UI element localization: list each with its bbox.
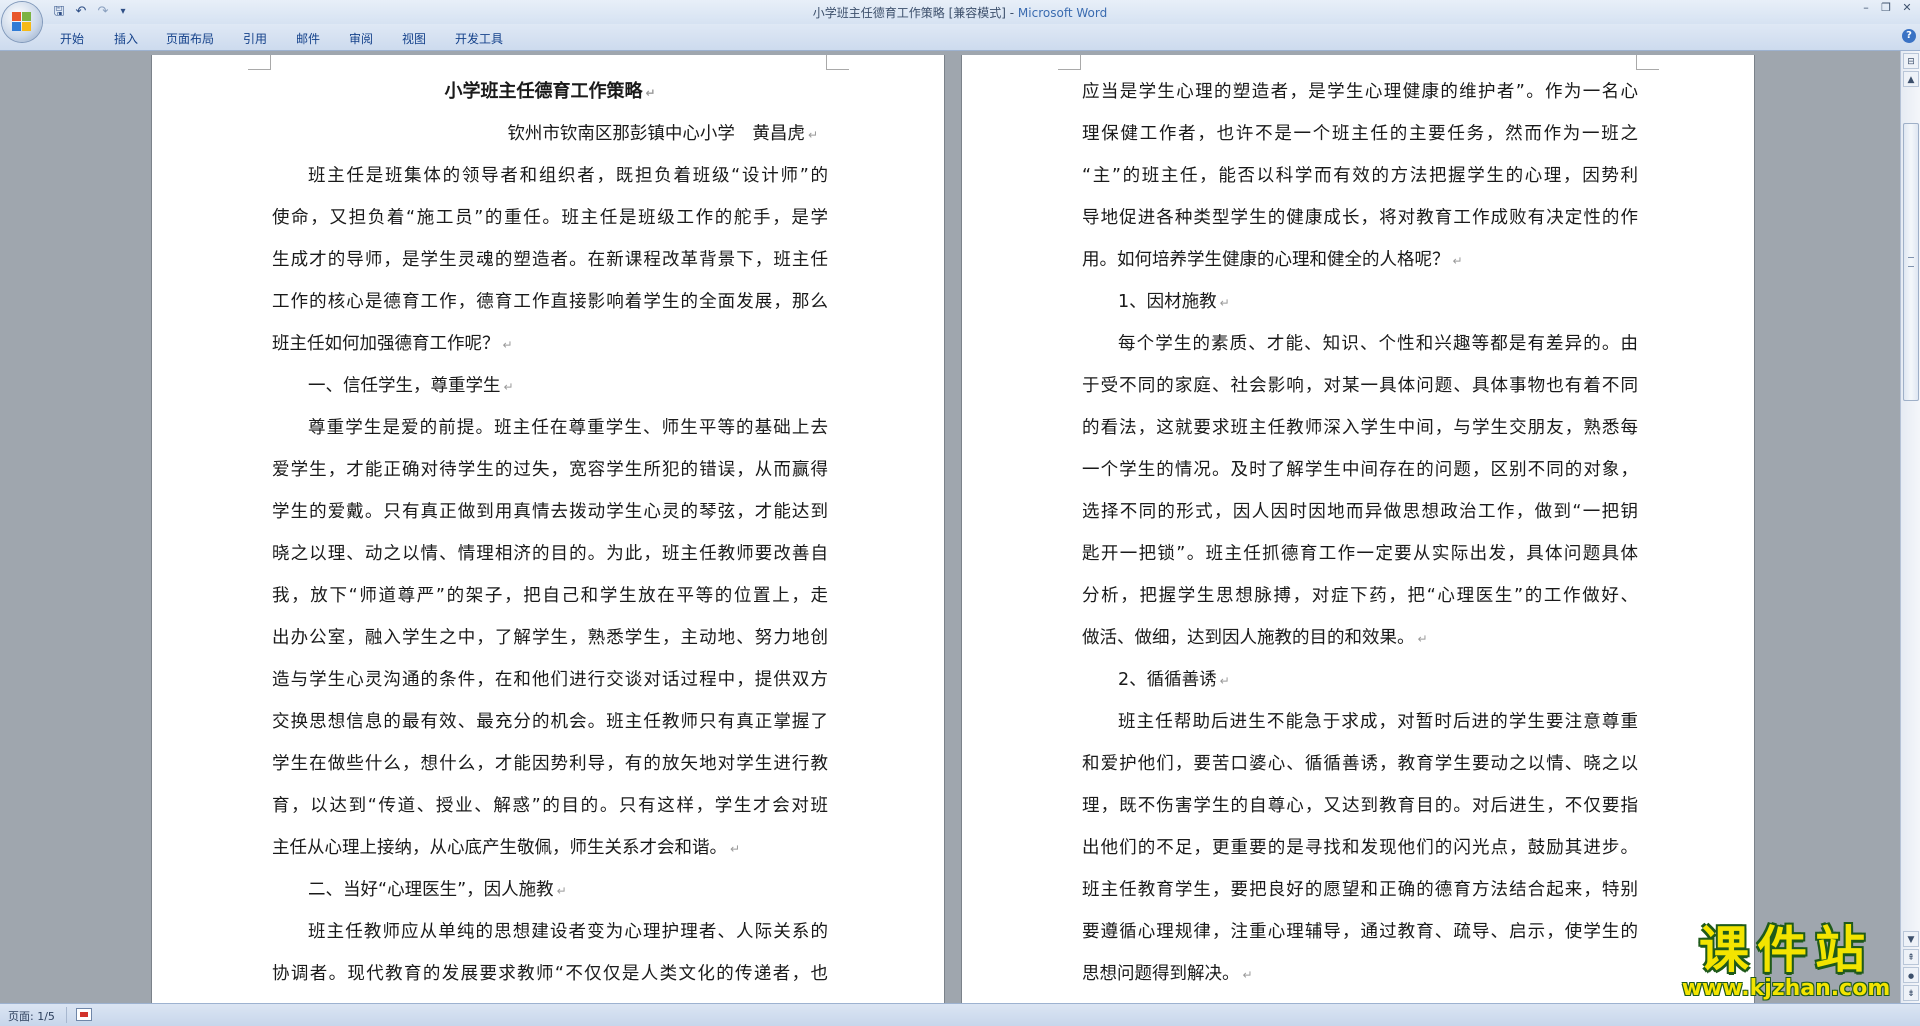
text-line: 每个学生的素质、才能、知识、个性和兴趣等都是有差异的。由 bbox=[1118, 334, 1638, 354]
text-line: 协调者。现代教育的发展要求教师“不仅仅是人类文化的传递者，也 bbox=[272, 964, 828, 984]
text-line: 尊重学生是爱的前提。班主任在尊重学生、师生平等的基础上去 bbox=[308, 418, 828, 438]
text-line: 一个学生的情况。及时了解学生中间存在的问题，区别不同的对象， bbox=[1082, 460, 1638, 480]
text-line: 学生的爱戴。只有真正做到用真情去拨动学生心灵的琴弦，才能达到 bbox=[272, 502, 828, 522]
paragraph-mark-icon: ↵ bbox=[502, 338, 513, 352]
crop-mark bbox=[248, 55, 271, 70]
text-line: 理保健工作者，也许不是一个班主任的主要任务，然而作为一班之 bbox=[1082, 124, 1638, 144]
text-line: 做活、做细，达到因人施教的目的和效果。 ↵ bbox=[1082, 628, 1428, 648]
scroll-down-button[interactable]: ▼ bbox=[1903, 931, 1919, 947]
watermark-url: www.kjzhan.com bbox=[1681, 976, 1891, 1001]
tab-home[interactable]: 开始 bbox=[60, 30, 84, 47]
crop-mark bbox=[1636, 55, 1659, 70]
page-number-indicator[interactable]: 页面: 1/5 bbox=[8, 1008, 55, 1024]
text-line: 2、循循善诱 ↵ bbox=[1118, 670, 1230, 690]
watermark-title: 课件站 bbox=[1699, 921, 1873, 979]
status-bar: 页面: 1/5 bbox=[0, 1003, 1920, 1026]
text-line: 于受不同的家庭、社会影响，对某一具体问题、具体事物也有着不同 bbox=[1082, 376, 1638, 396]
text-line: 工作的核心是德育工作，德育工作直接影响着学生的全面发展，那么 bbox=[272, 292, 828, 312]
text-line: 应当是学生心理的塑造者，是学生心理健康的维护者”。作为一名心 bbox=[1082, 82, 1638, 102]
document-area: 小学班主任德育工作策略 ↵ 钦州市钦南区那彭镇中心小学 黄昌虎 ↵ 班主任是班集体的领导… bbox=[0, 51, 1900, 1003]
text-line: 理，既不伤害学生的自尊心，又达到教育目的。对后进生，不仅要指 bbox=[1082, 796, 1638, 816]
text-line: 使命，又担负着“施工员”的重任。班主任是班级工作的舵手，是学 bbox=[272, 208, 828, 228]
page-2-text[interactable]: 应当是学生心理的塑造者，是学生心理健康的维护者”。作为一名心 理保健工作者，也许不… bbox=[1082, 71, 1638, 995]
paragraph-mark-icon: ↵ bbox=[1219, 674, 1230, 688]
text-line: 出办公室，融入学生之中，了解学生，熟悉学生，主动地、努力地创 bbox=[272, 628, 828, 648]
window-title: 小学班主任德育工作策略 [兼容模式] - Microsoft Word bbox=[0, 4, 1920, 21]
paragraph-mark-icon: ↵ bbox=[1417, 632, 1428, 646]
crop-mark bbox=[826, 55, 849, 70]
text-line: 爱学生，才能正确对待学生的过失，宽容学生所犯的错误，从而赢得 bbox=[272, 460, 828, 480]
text-line: 主任从心理上接纳，从心底产生敬佩，师生关系才会和谐。 ↵ bbox=[272, 838, 741, 858]
paragraph-mark-icon: ↵ bbox=[1242, 968, 1253, 982]
page-1-text[interactable]: 小学班主任德育工作策略 ↵ 钦州市钦南区那彭镇中心小学 黄昌虎 ↵ 班主任是班集体的领导… bbox=[272, 71, 828, 995]
text-line: 和爱护他们，要苦口婆心、循循善诱，教育学生要动之以情、晓之以 bbox=[1082, 754, 1638, 774]
window-title-document: 小学班主任德育工作策略 [兼容模式] - bbox=[812, 6, 1018, 20]
text-line: 班主任帮助后进生不能急于求成，对暂时后进的学生要注意尊重 bbox=[1118, 712, 1638, 732]
tab-references[interactable]: 引用 bbox=[243, 30, 267, 47]
text-line: 交换思想信息的最有效、最充分的机会。班主任教师只有真正掌握了 bbox=[272, 712, 828, 732]
text-line: 学生在做些什么，想什么，才能因势利导，有的放矢地对学生进行教 bbox=[272, 754, 828, 774]
text-line: “主”的班主任，能否以科学而有效的方法把握学生的心理，因势利 bbox=[1082, 166, 1638, 186]
text-line: 分析，把握学生思想脉搏，对症下药，把“心理医生”的工作做好、 bbox=[1082, 586, 1638, 606]
previous-page-button[interactable]: ⇞ bbox=[1903, 949, 1919, 965]
paragraph-mark-icon: ↵ bbox=[503, 380, 514, 394]
help-icon[interactable]: ? bbox=[1902, 29, 1916, 43]
status-divider bbox=[66, 1007, 67, 1023]
crop-mark bbox=[1058, 55, 1081, 70]
text-line: 1、因材施教 ↵ bbox=[1118, 292, 1230, 312]
window-title-app: Microsoft Word bbox=[1017, 6, 1108, 20]
paragraph-mark-icon: ↵ bbox=[1452, 254, 1463, 268]
close-button[interactable]: ✕ bbox=[1897, 1, 1917, 15]
ribbon-tabs: 开始 插入 页面布局 引用 邮件 审阅 视图 开发工具 ? bbox=[0, 24, 1920, 51]
text-line: 的看法，这就要求班主任教师深入学生中间，与学生交朋友，熟悉每 bbox=[1082, 418, 1638, 438]
vertical-scrollbar[interactable]: ⊟ ▲ ▼ ⇞ ● ⇟ bbox=[1900, 51, 1920, 1003]
tab-insert[interactable]: 插入 bbox=[114, 30, 138, 47]
paragraph-mark-icon: ↵ bbox=[730, 842, 741, 856]
document-title: 小学班主任德育工作策略 ↵ bbox=[444, 81, 656, 102]
next-page-button[interactable]: ⇟ bbox=[1903, 985, 1919, 1001]
text-line: 选择不同的形式，因人因时因地而异做思想政治工作，做到“一把钥 bbox=[1082, 502, 1638, 522]
select-browse-object-button[interactable]: ● bbox=[1903, 967, 1919, 983]
text-line: 要遵循心理规律，注重心理辅导，通过教育、疏导、启示，使学生的 bbox=[1082, 922, 1638, 942]
text-line: 造与学生心灵沟通的条件，在和他们进行交谈对话过程中，提供双方 bbox=[272, 670, 828, 690]
text-line: 班主任教师应从单纯的思想建设者变为心理护理者、人际关系的 bbox=[308, 922, 828, 942]
text-line: 思想问题得到解决。 ↵ bbox=[1082, 964, 1253, 984]
paragraph-mark-icon: ↵ bbox=[645, 86, 656, 100]
page-1[interactable]: 小学班主任德育工作策略 ↵ 钦州市钦南区那彭镇中心小学 黄昌虎 ↵ 班主任是班集体的领导… bbox=[152, 55, 944, 1003]
text-line: 导地促进各种类型学生的健康成长，将对教育工作成败有决定性的作 bbox=[1082, 208, 1638, 228]
text-line: 班主任教育学生，要把良好的愿望和正确的德育方法结合起来，特别 bbox=[1082, 880, 1638, 900]
watermark-logo: 课件站 www.kjzhan.com bbox=[1670, 922, 1902, 1002]
text-line: 班主任如何加强德育工作呢？ ↵ bbox=[272, 334, 513, 354]
tab-developer[interactable]: 开发工具 bbox=[455, 30, 503, 47]
paragraph-mark-icon: ↵ bbox=[1219, 296, 1230, 310]
scroll-up-button[interactable]: ▲ bbox=[1903, 71, 1919, 87]
paragraph-mark-icon: ↵ bbox=[807, 128, 818, 142]
scroll-thumb[interactable] bbox=[1903, 123, 1919, 401]
tab-mailings[interactable]: 邮件 bbox=[296, 30, 320, 47]
tab-review[interactable]: 审阅 bbox=[349, 30, 373, 47]
proofing-errors-icon[interactable] bbox=[76, 1008, 92, 1021]
text-line: 出他们的不足，更重要的是寻找和发现他们的闪光点，鼓励其进步。 bbox=[1082, 838, 1638, 858]
document-author: 钦州市钦南区那彭镇中心小学 黄昌虎 ↵ bbox=[507, 124, 818, 144]
text-line: 一、信任学生，尊重学生 ↵ bbox=[308, 376, 514, 396]
restore-button[interactable]: ❐ bbox=[1876, 1, 1896, 15]
text-line: 用。如何培养学生健康的心理和健全的人格呢？ ↵ bbox=[1082, 250, 1463, 270]
tab-view[interactable]: 视图 bbox=[402, 30, 426, 47]
page-2[interactable]: 应当是学生心理的塑造者，是学生心理健康的维护者”。作为一名心 理保健工作者，也许不… bbox=[962, 55, 1754, 1003]
ruler-toggle-icon[interactable]: ⊟ bbox=[1903, 53, 1919, 69]
minimize-button[interactable]: – bbox=[1856, 1, 1876, 15]
text-line: 育，以达到“传道、授业、解惑”的目的。只有这样，学生才会对班 bbox=[272, 796, 828, 816]
title-bar: 🖫 ↶ ↷ ▾ 小学班主任德育工作策略 [兼容模式] - Microsoft W… bbox=[0, 0, 1920, 42]
text-line: 二、当好“心理医生”，因人施教 ↵ bbox=[308, 880, 567, 900]
text-line: 匙开一把锁”。班主任抓德育工作一定要从实际出发，具体问题具体 bbox=[1082, 544, 1638, 564]
text-line: 班主任是班集体的领导者和组织者，既担负着班级“设计师”的 bbox=[308, 166, 828, 186]
office-button[interactable] bbox=[2, 2, 42, 42]
text-line: 晓之以理、动之以情、情理相济的目的。为此，班主任教师要改善自 bbox=[272, 544, 828, 564]
text-line: 我，放下“师道尊严”的架子，把自己和学生放在平等的位置上，走 bbox=[272, 586, 828, 606]
text-line: 生成才的导师，是学生灵魂的塑造者。在新课程改革背景下，班主任 bbox=[272, 250, 828, 270]
office-logo-icon bbox=[12, 12, 32, 32]
tab-page-layout[interactable]: 页面布局 bbox=[166, 30, 214, 47]
paragraph-mark-icon: ↵ bbox=[556, 884, 567, 898]
